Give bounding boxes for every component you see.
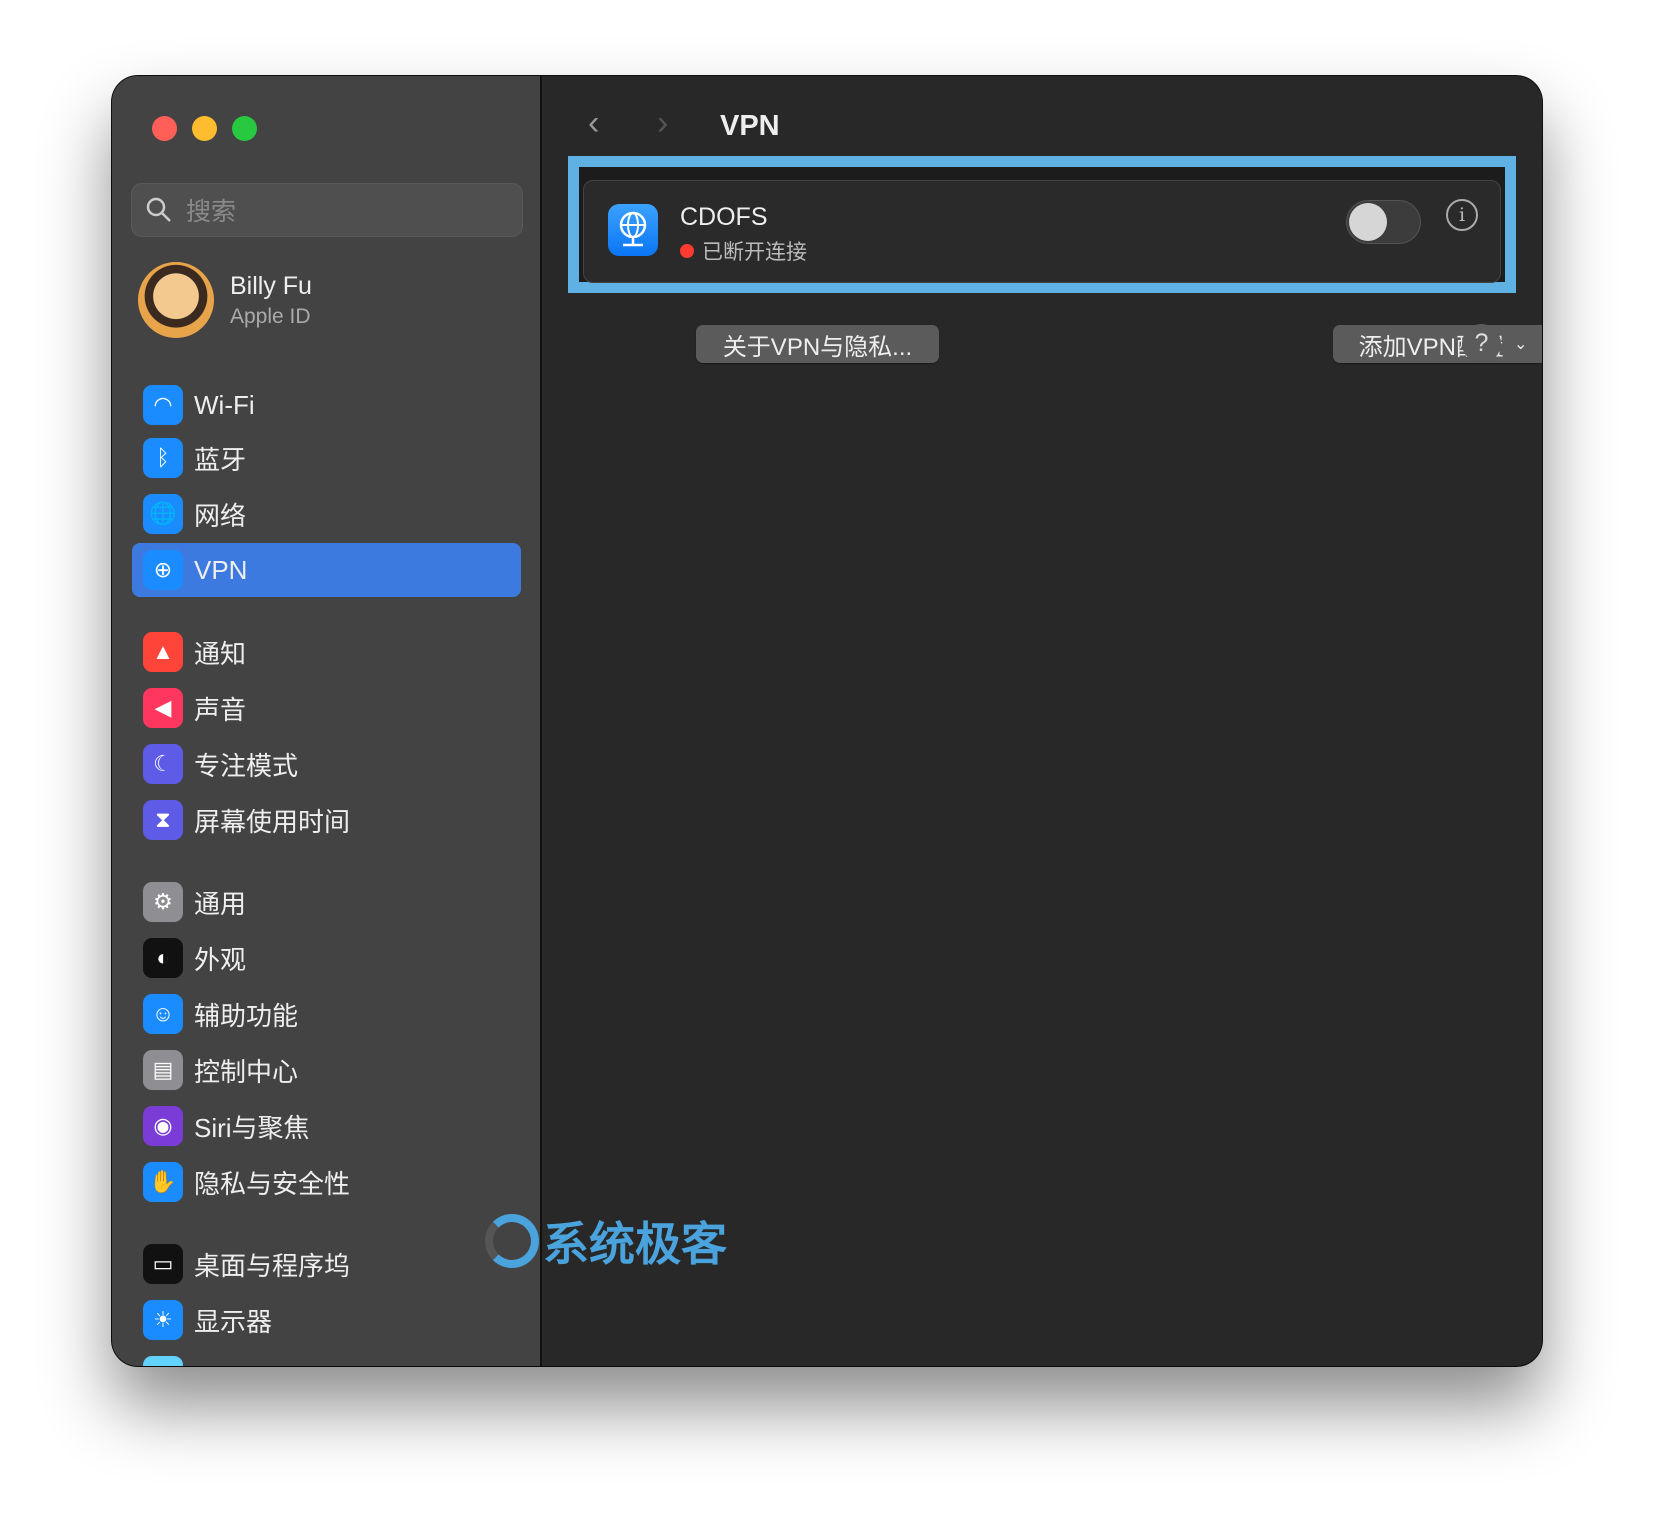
sidebar-item-5[interactable]: ◀ 声音: [132, 681, 521, 735]
vpn-globe-icon: ⊕: [143, 550, 183, 590]
sidebar-item-9[interactable]: ◐ 外观: [132, 931, 521, 985]
sidebar-item-label: 显示器: [194, 1306, 273, 1337]
hand-icon: ✋: [143, 1162, 183, 1202]
sidebar-item-label: 控制中心: [194, 1056, 299, 1087]
vpn-name: CDOFS: [680, 203, 768, 231]
sidebar-item-4[interactable]: ▲ 通知: [132, 625, 521, 679]
sun-icon: ☀: [143, 1300, 183, 1340]
vpn-status-text: 已断开连接: [702, 241, 807, 264]
watermark-icon: [485, 1214, 539, 1268]
vpn-globe-icon: [608, 204, 658, 256]
sidebar-item-label: Siri与聚焦: [194, 1112, 310, 1143]
sidebar-item-3[interactable]: ⊕ VPN: [132, 543, 521, 597]
user-subtitle: Apple ID: [230, 304, 311, 328]
help-button[interactable]: ?: [1462, 324, 1501, 363]
dock-icon: ▭: [143, 1244, 183, 1284]
settings-window: 搜索 Billy Fu Apple ID ◠ Wi-Fi ᛒ 蓝牙 🌐 网络 ⊕ VPN ▲ 通知…: [112, 76, 1542, 1366]
sidebar-item-label: 辅助功能: [194, 1000, 299, 1031]
sidebar-item-15[interactable]: ☀ 显示器: [132, 1293, 521, 1347]
about-vpn-privacy-button[interactable]: 关于VPN与隐私...: [696, 325, 939, 363]
sidebar-item-label: 屏幕使用时间: [194, 806, 351, 837]
zoom-button[interactable]: [232, 116, 257, 141]
apple-id-account[interactable]: Billy Fu Apple ID: [138, 262, 312, 338]
bluetooth-icon: ᛒ: [143, 438, 183, 478]
vpn-config-row[interactable]: CDOFS 已断开连接 i: [583, 180, 1501, 283]
speaker-icon: ◀: [143, 688, 183, 728]
sidebar-item-0[interactable]: ◠ Wi-Fi: [132, 378, 521, 432]
sidebar-item-label: 专注模式: [194, 750, 299, 781]
sidebar-item-label: 通用: [194, 888, 247, 919]
sidebar-item-14[interactable]: ▭ 桌面与程序坞: [132, 1237, 521, 1291]
add-vpn-config-button[interactable]: 添加VPN配置 ⌄: [1333, 325, 1542, 363]
sidebar-item-13[interactable]: ✋ 隐私与安全性: [132, 1155, 521, 1209]
appearance-icon: ◐: [143, 938, 183, 978]
back-button[interactable]: ‹: [588, 104, 599, 143]
watermark-text: 系统极客: [543, 1218, 727, 1270]
accessibility-icon: ☺: [143, 994, 183, 1034]
wifi-icon: ◠: [143, 385, 183, 425]
sidebar-item-7[interactable]: ⧗ 屏幕使用时间: [132, 793, 521, 847]
status-dot-icon: [680, 244, 694, 258]
sidebar-item-label: Wi-Fi: [194, 389, 255, 420]
minimize-button[interactable]: [192, 116, 217, 141]
forward-button[interactable]: ›: [657, 104, 668, 143]
control-center-icon: ▤: [143, 1050, 183, 1090]
info-icon[interactable]: i: [1446, 199, 1478, 231]
sidebar-item-label: 桌面与程序坞: [194, 1250, 351, 1281]
watermark-logo: 系统极客: [485, 1208, 727, 1274]
sidebar-item-label: 蓝牙: [194, 444, 247, 475]
sidebar: 搜索 Billy Fu Apple ID ◠ Wi-Fi ᛒ 蓝牙 🌐 网络 ⊕ VPN ▲ 通知…: [112, 76, 542, 1366]
sidebar-item-12[interactable]: ◉ Siri与聚焦: [132, 1099, 521, 1153]
sidebar-item-partial[interactable]: [132, 1349, 521, 1366]
page-title: VPN: [720, 110, 780, 142]
gear-icon: ⚙: [143, 882, 183, 922]
sidebar-item-label: 外观: [194, 944, 247, 975]
search-input[interactable]: 搜索: [131, 183, 523, 237]
partial-icon: [143, 1356, 183, 1366]
siri-icon: ◉: [143, 1106, 183, 1146]
sidebar-item-label: 声音: [194, 694, 247, 725]
sidebar-item-label: 网络: [194, 500, 247, 531]
sidebar-item-6[interactable]: ☾ 专注模式: [132, 737, 521, 791]
bell-icon: ▲: [143, 632, 183, 672]
sidebar-item-8[interactable]: ⚙ 通用: [132, 875, 521, 929]
search-icon: [146, 197, 171, 222]
sidebar-item-11[interactable]: ▤ 控制中心: [132, 1043, 521, 1097]
close-button[interactable]: [152, 116, 177, 141]
sidebar-item-10[interactable]: ☺ 辅助功能: [132, 987, 521, 1041]
main-pane: ‹ › VPN CDOFS 已断开连接 i 关于VPN与隐私... 添加VPN配…: [544, 76, 1542, 1366]
sidebar-item-2[interactable]: 🌐 网络: [132, 487, 521, 541]
toggle-knob: [1349, 203, 1387, 241]
globe-icon: 🌐: [143, 494, 183, 534]
hourglass-icon: ⧗: [143, 800, 183, 840]
vpn-status: 已断开连接: [680, 236, 807, 266]
avatar: [138, 262, 214, 338]
sidebar-item-label: 通知: [194, 638, 247, 669]
vpn-toggle[interactable]: [1346, 200, 1421, 244]
sidebar-item-1[interactable]: ᛒ 蓝牙: [132, 431, 521, 485]
search-placeholder: 搜索: [186, 198, 237, 226]
sidebar-item-label: VPN: [194, 554, 248, 585]
chevron-down-icon: ⌄: [1513, 336, 1528, 353]
moon-icon: ☾: [143, 744, 183, 784]
sidebar-item-label: 隐私与安全性: [194, 1168, 351, 1199]
user-name: Billy Fu: [230, 271, 312, 300]
